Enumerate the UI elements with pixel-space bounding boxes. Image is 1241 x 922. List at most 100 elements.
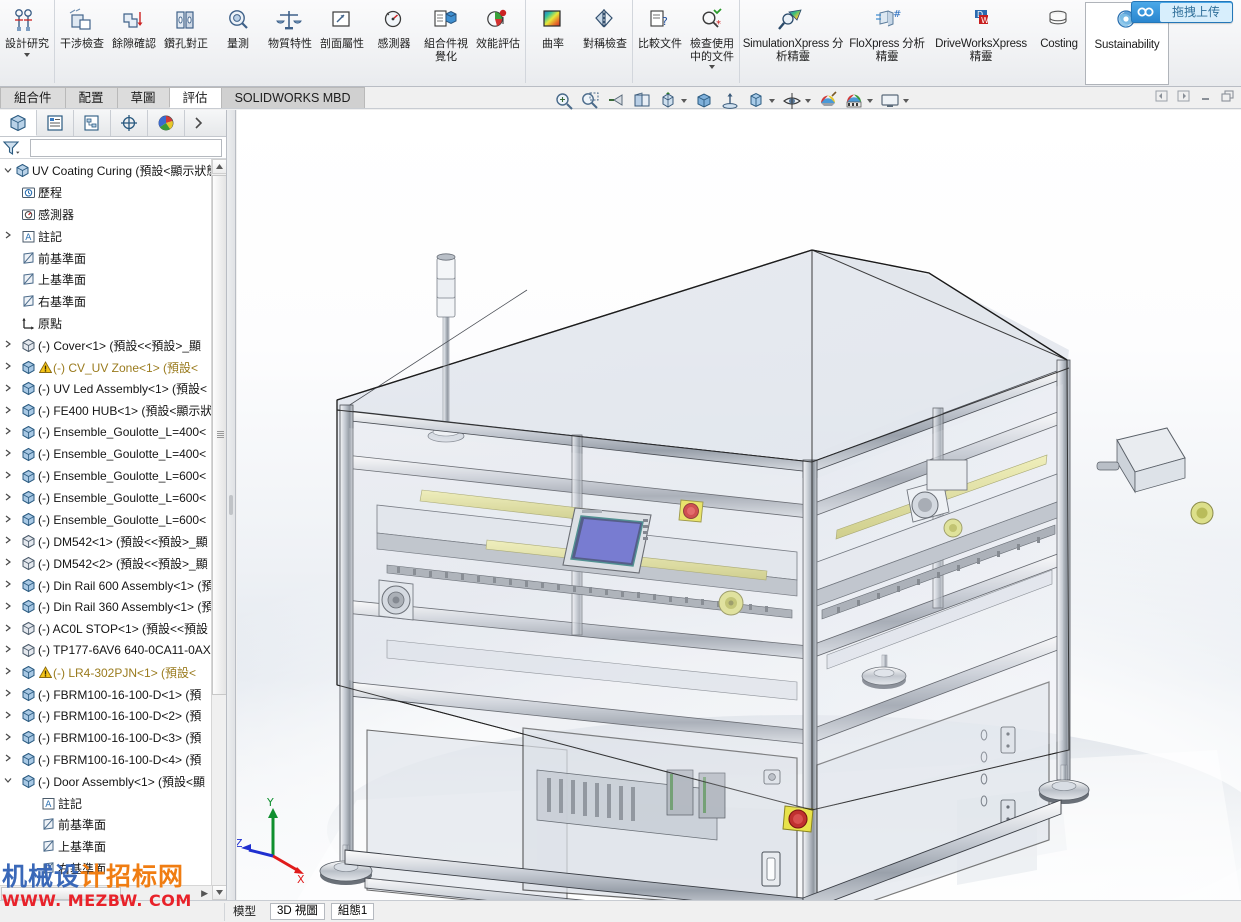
tab-sketch[interactable]: 草圖 [116, 87, 170, 108]
restore-left-icon[interactable] [1154, 89, 1169, 103]
tree-item[interactable]: (-) LR4-302PJN<1> (預設< [0, 661, 226, 683]
ribbon-button-symmetry-check[interactable]: 對稱檢查 [579, 2, 631, 51]
tree-item[interactable]: A 註記 [0, 225, 226, 247]
feature-tree-filter-input[interactable] [30, 138, 222, 157]
ribbon-button-simulationxpress[interactable]: SimulationXpress 分析精靈 [741, 2, 845, 63]
tree-expand-icon[interactable] [2, 602, 13, 612]
chevron-down-icon[interactable] [24, 52, 30, 57]
chevron-down-icon[interactable] [903, 99, 909, 103]
panel-expand-arrow[interactable] [187, 110, 209, 136]
filter-icon[interactable] [2, 139, 30, 157]
display-manager-tab[interactable] [148, 110, 185, 136]
ribbon-button-measure[interactable]: 量測 [212, 2, 264, 51]
tree-item[interactable]: (-) Ensemble_Goulotte_L=600< [0, 465, 226, 487]
dimxpert-manager-tab[interactable] [111, 110, 148, 136]
tree-item[interactable]: (-) UV Led Assembly<1> (預設< [0, 378, 226, 400]
tree-item[interactable]: (-) Ensemble_Goulotte_L=400< [0, 443, 226, 465]
tree-item[interactable]: (-) Din Rail 360 Assembly<1> (預 [0, 596, 226, 618]
scrollbar-thumb[interactable] [212, 175, 226, 695]
ribbon-button-section-properties[interactable]: 剖面屬性 [316, 2, 368, 51]
status-configuration[interactable]: 組態1 [330, 903, 375, 920]
ribbon-button-driveworksxpress[interactable]: D W DriveWorksXpress 精靈 [929, 2, 1033, 63]
tree-expand-icon[interactable] [2, 449, 13, 459]
tree-collapse-icon[interactable] [2, 776, 13, 786]
tree-item[interactable]: (-) FBRM100-16-100-D<1> (預 [0, 683, 226, 705]
restore-window-icon[interactable] [1220, 89, 1235, 103]
ribbon-button-mass-properties[interactable]: 物質特性 [264, 2, 316, 51]
ribbon-button-interference-check[interactable]: 干涉檢查 [56, 2, 108, 51]
property-manager-tab[interactable] [37, 110, 74, 136]
tree-expand-icon[interactable] [2, 645, 13, 655]
tree-expand-icon[interactable] [2, 231, 13, 241]
tree-item[interactable]: A 註記 [0, 792, 226, 814]
feature-tree-hscrollbar[interactable]: ▶ [0, 885, 212, 900]
minimize-icon[interactable] [1198, 89, 1213, 103]
tree-item[interactable]: 感測器 [0, 204, 226, 226]
ribbon-button-costing[interactable]: Costing [1033, 2, 1085, 51]
upload-button[interactable]: 拖拽上传 [1130, 1, 1233, 23]
tree-expand-icon[interactable] [2, 624, 13, 634]
ribbon-button-check-active-document[interactable]: * 檢查使用中的文件 [686, 2, 738, 69]
hscrollbar-thumb[interactable] [1, 886, 121, 900]
ribbon-button-clearance-verify[interactable]: 餘隙確認 [108, 2, 160, 51]
ribbon-button-compare-documents[interactable]: ? 比較文件 [634, 2, 686, 51]
tree-collapse-icon[interactable] [2, 166, 13, 176]
tab-configuration[interactable]: 配置 [64, 87, 118, 108]
tree-expand-icon[interactable] [2, 515, 13, 525]
tree-expand-icon[interactable] [2, 711, 13, 721]
tree-item[interactable]: (-) DM542<2> (預設<<預設>_顯 [0, 552, 226, 574]
tab-evaluate[interactable]: 評估 [168, 87, 222, 108]
ribbon-button-assembly-visualization[interactable]: 組合件視覺化 [420, 2, 472, 63]
tree-item[interactable]: (-) Din Rail 600 Assembly<1> (預 [0, 574, 226, 596]
tree-expand-icon[interactable] [2, 580, 13, 590]
tree-item[interactable]: (-) Cover<1> (預設<<預設>_顯 [0, 334, 226, 356]
ribbon-button-design-study[interactable]: 設計研究 [1, 2, 53, 57]
tree-item[interactable]: (-) DM542<1> (預設<<預設>_顯 [0, 531, 226, 553]
chevron-down-icon[interactable] [709, 65, 715, 69]
ribbon-button-hole-alignment[interactable]: 鑽孔對正 [160, 2, 212, 51]
configuration-manager-tab[interactable] [74, 110, 111, 136]
tree-item[interactable]: (-) CV_UV Zone<1> (預設< [0, 356, 226, 378]
tab-assembly[interactable]: 組合件 [0, 87, 66, 108]
tree-item[interactable]: (-) FBRM100-16-100-D<3> (預 [0, 727, 226, 749]
tree-item[interactable]: 上基準面 [0, 269, 226, 291]
tree-expand-icon[interactable] [2, 471, 13, 481]
status-view-mode[interactable]: 3D 視圖 [270, 903, 325, 920]
tree-expand-icon[interactable] [2, 340, 13, 350]
chevron-down-icon[interactable] [805, 99, 811, 103]
tree-expand-icon[interactable] [2, 493, 13, 503]
tree-expand-icon[interactable] [2, 733, 13, 743]
tree-expand-icon[interactable] [2, 667, 13, 677]
tree-item[interactable]: 上基準面 [0, 836, 226, 858]
tree-expand-icon[interactable] [2, 406, 13, 416]
scroll-right-icon[interactable]: ▶ [201, 888, 208, 899]
panel-splitter[interactable] [227, 110, 236, 900]
tree-expand-icon[interactable] [2, 754, 13, 764]
graphics-viewport[interactable]: Y X Z [237, 110, 1241, 900]
tree-expand-icon[interactable] [2, 689, 13, 699]
tree-item[interactable]: 原點 [0, 313, 226, 335]
tree-expand-icon[interactable] [2, 362, 13, 372]
restore-right-icon[interactable] [1176, 89, 1191, 103]
ribbon-button-performance-evaluation[interactable]: 效能評估 [472, 2, 524, 51]
tree-item[interactable]: (-) AC0L STOP<1> (預設<<預設 [0, 618, 226, 640]
tree-item[interactable]: (-) Ensemble_Goulotte_L=600< [0, 487, 226, 509]
tree-expand-icon[interactable] [2, 536, 13, 546]
tree-item[interactable]: (-) Ensemble_Goulotte_L=600< [0, 509, 226, 531]
tree-item[interactable]: (-) Door Assembly<1> (預設<顯 [0, 770, 226, 792]
ribbon-button-sensor[interactable]: 感測器 [368, 2, 420, 51]
ribbon-button-curvature[interactable]: 曲率 [527, 2, 579, 51]
tree-item[interactable]: 右基準面 [0, 858, 226, 880]
scroll-down-icon[interactable] [212, 885, 226, 900]
chevron-down-icon[interactable] [681, 99, 687, 103]
scroll-up-icon[interactable] [212, 159, 226, 174]
ribbon-button-floxpress[interactable]: # FloXpress 分析精靈 [845, 2, 929, 63]
tree-item[interactable]: UV Coating Curing (預設<顯示狀態 [0, 160, 226, 182]
tree-item[interactable]: 右基準面 [0, 291, 226, 313]
chevron-down-icon[interactable] [867, 99, 873, 103]
tree-expand-icon[interactable] [2, 427, 13, 437]
tree-item[interactable]: 前基準面 [0, 247, 226, 269]
tree-item[interactable]: (-) FE400 HUB<1> (預設<顯示狀 [0, 400, 226, 422]
tree-expand-icon[interactable] [2, 558, 13, 568]
tree-item[interactable]: 歷程 [0, 182, 226, 204]
